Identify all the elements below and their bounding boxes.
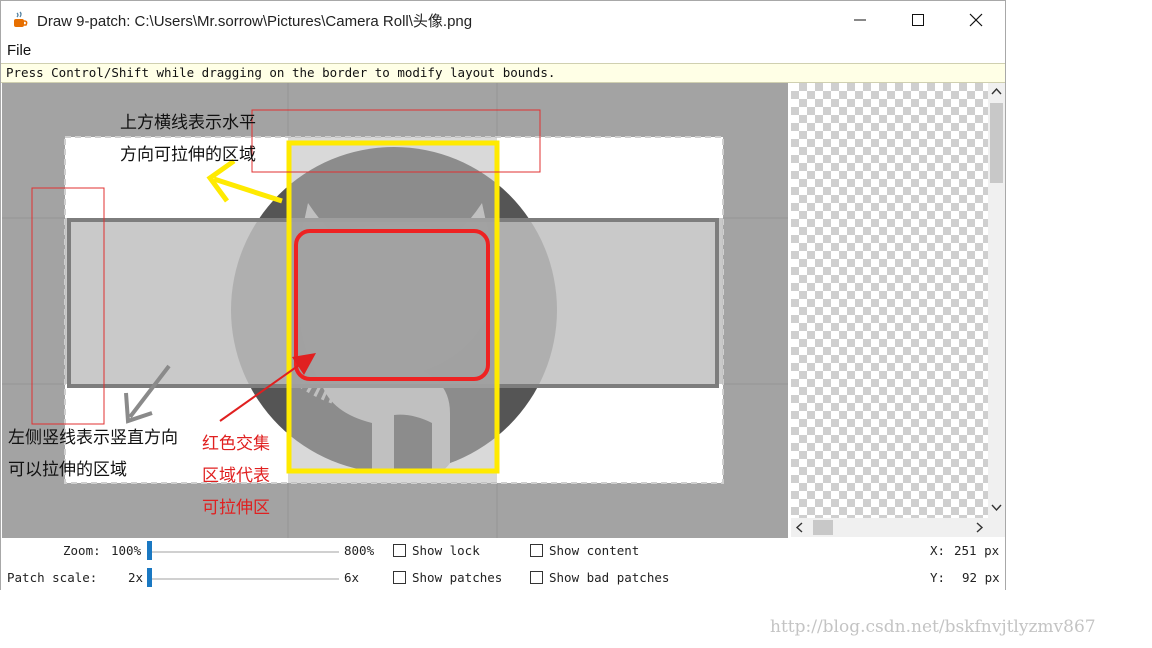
menu-file[interactable]: File — [7, 42, 31, 59]
hint-bar: Press Control/Shift while dragging on th… — [1, 63, 1005, 83]
annotation-red-2: 区域代表 — [202, 466, 270, 486]
annotation-top-2: 方向可拉伸的区域 — [120, 145, 256, 165]
bottom-controls: Zoom: 100% 800% Patch scale: 2x 6x Show … — [1, 538, 1005, 590]
show-lock-checkbox[interactable] — [393, 544, 406, 557]
patch-scale-value: 2x — [128, 570, 144, 585]
y-coordinate-value: 92 px — [962, 570, 1000, 585]
show-content-checkbox[interactable] — [530, 544, 543, 557]
show-content-label: Show content — [549, 543, 640, 558]
draw9patch-window: Draw 9-patch: C:\Users\Mr.sorrow\Picture… — [0, 0, 1006, 590]
zoom-max: 800% — [344, 543, 375, 558]
menu-bar: File — [1, 39, 1005, 63]
maximize-button[interactable] — [889, 1, 947, 39]
annotation-left-1: 左侧竖线表示竖直方向 — [8, 428, 178, 448]
scroll-up-icon[interactable] — [988, 83, 1005, 101]
title-bar[interactable]: Draw 9-patch: C:\Users\Mr.sorrow\Picture… — [1, 1, 1005, 39]
scrollbar-corner — [988, 518, 1005, 537]
scroll-left-icon[interactable] — [791, 518, 809, 537]
window-title: Draw 9-patch: C:\Users\Mr.sorrow\Picture… — [37, 13, 473, 30]
zoom-label: Zoom: — [63, 543, 101, 558]
scroll-down-icon[interactable] — [988, 499, 1005, 517]
close-button[interactable] — [947, 1, 1005, 39]
patch-scale-max: 6x — [344, 570, 360, 585]
y-coordinate-label: Y: — [930, 570, 946, 585]
zoom-slider-thumb[interactable] — [147, 541, 152, 560]
minimize-icon — [854, 19, 866, 21]
scroll-right-icon[interactable] — [970, 518, 988, 537]
close-icon — [969, 13, 983, 27]
zoom-slider-track[interactable] — [149, 551, 339, 553]
show-bad-patches-label: Show bad patches — [549, 570, 670, 585]
horizontal-scroll-thumb[interactable] — [813, 520, 833, 535]
patch-scale-label: Patch scale: — [7, 570, 98, 585]
minimize-button[interactable] — [831, 1, 889, 39]
maximize-icon — [912, 14, 924, 26]
annotation-red-1: 红色交集 — [202, 434, 270, 454]
show-patches-label: Show patches — [412, 570, 503, 585]
horizontal-scrollbar[interactable] — [791, 518, 988, 537]
annotation-left-2: 可以拉伸的区域 — [8, 460, 127, 480]
show-lock-label: Show lock — [412, 543, 480, 558]
vertical-scrollbar[interactable] — [988, 83, 1005, 518]
patch-scale-slider-thumb[interactable] — [147, 568, 152, 587]
patch-scale-slider-track[interactable] — [149, 578, 339, 580]
editor-canvas[interactable]: 上方横线表示水平 方向可拉伸的区域 左侧竖线表示竖直方向 可以拉伸的区域 红色交… — [2, 83, 788, 538]
preview-panel[interactable] — [791, 83, 988, 518]
show-patches-checkbox[interactable] — [393, 571, 406, 584]
annotation-top-1: 上方横线表示水平 — [120, 113, 256, 133]
watermark: http://blog.csdn.net/bskfnvjtlyzmv867 — [770, 617, 1096, 637]
x-coordinate-label: X: — [930, 543, 946, 558]
zoom-value: 100% — [111, 543, 142, 558]
x-coordinate-value: 251 px — [954, 543, 1000, 558]
vertical-scroll-thumb[interactable] — [990, 103, 1003, 183]
annotation-red-3: 可拉伸区 — [202, 498, 270, 518]
show-bad-patches-checkbox[interactable] — [530, 571, 543, 584]
java-coffee-icon — [14, 11, 28, 27]
stretch-intersection — [288, 218, 497, 384]
